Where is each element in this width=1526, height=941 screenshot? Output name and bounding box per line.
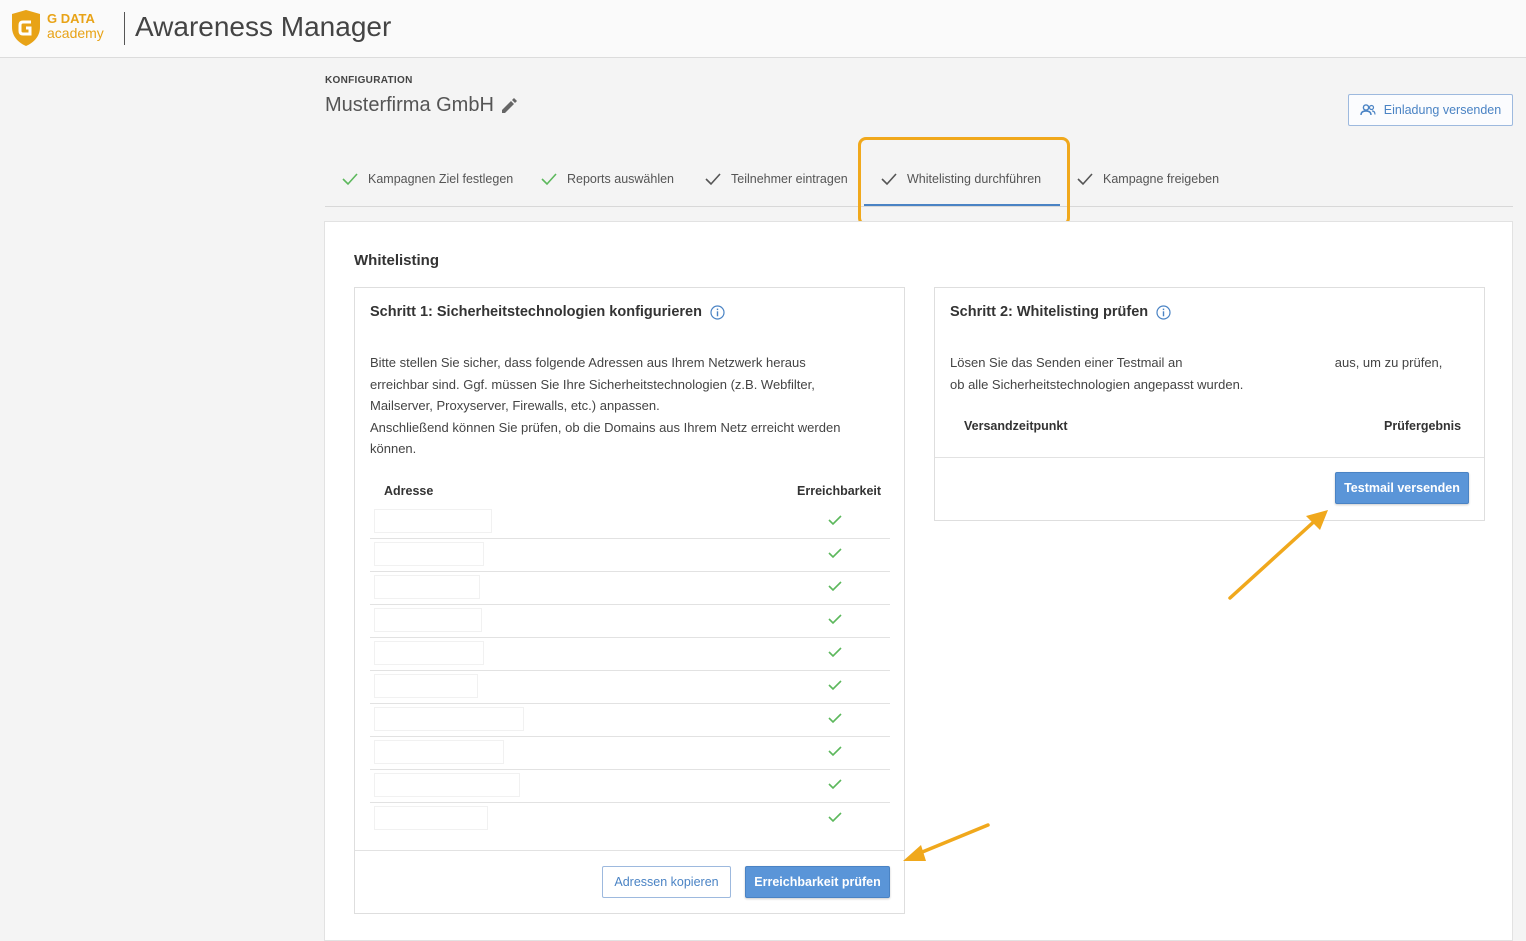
table-row <box>370 770 890 803</box>
redacted-address <box>374 608 482 632</box>
step1-description: Bitte stellen Sie sicher, dass folgende … <box>370 355 841 456</box>
reachable-check-icon <box>828 779 842 790</box>
users-icon <box>1360 104 1376 116</box>
redacted-address <box>374 509 492 533</box>
step2-footer: Testmail versenden <box>935 457 1484 521</box>
table-row <box>370 671 890 704</box>
step1-card: Schritt 1: Sicherheitstechnologien konfi… <box>354 287 905 914</box>
logo-line2: academy <box>47 25 104 41</box>
reachable-check-icon <box>828 614 842 625</box>
col-sent-time: Versandzeitpunkt <box>964 419 1068 433</box>
info-icon[interactable] <box>1156 304 1171 320</box>
check-icon <box>705 172 721 185</box>
section-title: Whitelisting <box>354 252 439 269</box>
step-label: Reports auswählen <box>567 171 675 186</box>
pencil-icon[interactable] <box>500 97 518 115</box>
table-row <box>370 572 890 605</box>
reachable-check-icon <box>828 548 842 559</box>
reachable-check-icon <box>828 515 842 526</box>
redacted-address <box>374 707 524 731</box>
logo-line1: G DATA <box>47 11 95 26</box>
table-row <box>370 539 890 572</box>
check-icon <box>541 172 557 185</box>
send-testmail-button[interactable]: Testmail versenden <box>1335 472 1469 504</box>
table-row <box>370 704 890 737</box>
redacted-address <box>374 542 484 566</box>
reachable-check-icon <box>828 581 842 592</box>
step-whitelisting[interactable]: Whitelisting durchführen <box>864 150 1060 207</box>
redacted-address <box>374 575 480 599</box>
redacted-email <box>1186 355 1332 372</box>
redacted-address <box>374 773 520 797</box>
reachable-check-icon <box>828 713 842 724</box>
redacted-address <box>374 674 478 698</box>
step-reports[interactable]: Reports auswählen <box>541 150 674 207</box>
step2-title: Schritt 2: Whitelisting prüfen <box>950 304 1149 320</box>
table-row <box>370 506 890 539</box>
step1-footer: Adressen kopieren Erreichbarkeit prüfen <box>355 850 904 915</box>
whitelisting-panel: Whitelisting Schritt 1: Sicherheitstechn… <box>324 221 1513 941</box>
top-bar: G DATA academy Awareness Manager <box>0 0 1526 58</box>
app-title: Awareness Manager <box>135 11 392 42</box>
step-label: Kampagnen Ziel festlegen <box>368 171 514 186</box>
redacted-address <box>374 740 504 764</box>
table-row <box>370 638 890 671</box>
stepper: Kampagnen Ziel festlegen Reports auswähl… <box>325 150 1513 207</box>
reachable-check-icon <box>828 746 842 757</box>
step-freigeben[interactable]: Kampagne freigeben <box>1077 150 1219 207</box>
check-icon <box>881 172 897 185</box>
header-divider <box>124 12 125 45</box>
step-label: Kampagne freigeben <box>1103 171 1220 186</box>
col-address: Adresse <box>384 484 434 498</box>
step-kampagnen-ziel[interactable]: Kampagnen Ziel festlegen <box>342 150 513 207</box>
company-name: Musterfirma GmbH <box>325 94 494 116</box>
col-reachability: Erreichbarkeit <box>797 484 882 498</box>
step-label: Whitelisting durchführen <box>907 171 1042 186</box>
page-title: Musterfirma GmbH <box>325 94 518 117</box>
check-icon <box>1077 172 1093 185</box>
col-result: Prüfergebnis <box>1384 419 1462 433</box>
step-teilnehmer[interactable]: Teilnehmer eintragen <box>705 150 848 207</box>
shield-logo-icon <box>12 10 40 46</box>
redacted-address <box>374 641 484 665</box>
check-icon <box>342 172 358 185</box>
copy-addresses-button[interactable]: Adressen kopieren <box>602 866 731 898</box>
check-reachability-button[interactable]: Erreichbarkeit prüfen <box>745 866 890 898</box>
reachable-check-icon <box>828 812 842 823</box>
reachable-check-icon <box>828 647 842 658</box>
table-row <box>370 737 890 770</box>
invite-button-label: Einladung versenden <box>1383 103 1502 117</box>
step2-description: Lösen Sie das Senden einer Testmail an a… <box>950 355 1443 392</box>
redacted-address <box>374 806 488 830</box>
info-icon[interactable] <box>710 304 725 320</box>
step1-title: Schritt 1: Sicherheitstechnologien konfi… <box>370 304 702 320</box>
breadcrumb: KONFIGURATION <box>325 75 413 86</box>
active-step-indicator <box>864 204 1060 206</box>
gdata-logo[interactable]: G DATA academy <box>10 9 120 49</box>
step2-card: Schritt 2: Whitelisting prüfen Lösen Sie… <box>934 287 1485 521</box>
reachable-check-icon <box>828 680 842 691</box>
step-label: Teilnehmer eintragen <box>731 171 848 186</box>
invite-button[interactable]: Einladung versenden <box>1348 94 1513 126</box>
table-row <box>370 803 890 836</box>
table-row <box>370 605 890 638</box>
